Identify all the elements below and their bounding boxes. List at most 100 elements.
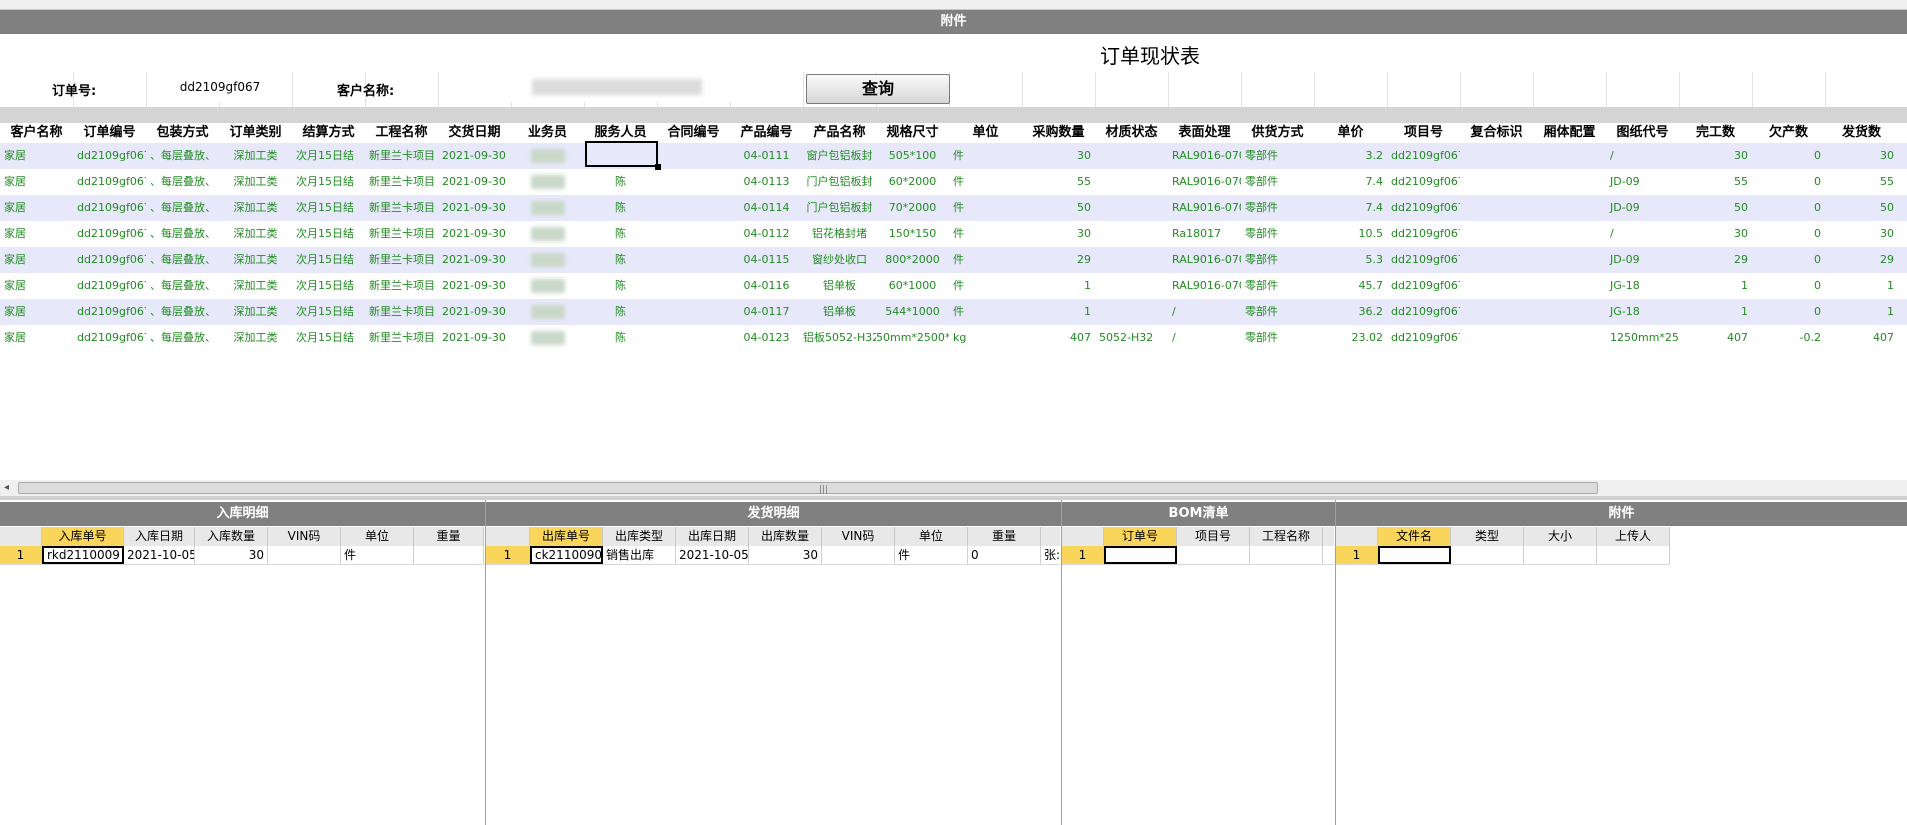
order-no-field[interactable]: dd2109gf067 — [148, 72, 292, 102]
grid-cell-pname[interactable]: 门户包铝板封 — [803, 169, 876, 195]
grid-cell-box[interactable] — [1533, 325, 1606, 351]
table-row[interactable]: 家居 dd2109gf067 、每层叠放、 深加工类 次月15日结 新里兰卡项目 2021-… — [0, 169, 1907, 195]
grid-cell-ship[interactable]: 29 — [1825, 247, 1898, 273]
grid-cell-mat[interactable] — [1095, 221, 1168, 247]
table-row[interactable]: 1 — [1062, 546, 1334, 565]
attach-size-cell[interactable] — [1524, 546, 1597, 564]
grid-cell-sales[interactable] — [511, 195, 584, 221]
grid-cell-contract[interactable] — [657, 143, 730, 169]
grid-cell-proj[interactable]: 新里兰卡项目 — [365, 299, 438, 325]
grid-cell-pcode[interactable]: 04-0115 — [730, 247, 803, 273]
grid-cell-box[interactable] — [1533, 247, 1606, 273]
shipping-date-cell[interactable]: 2021-10-05 — [676, 546, 749, 564]
grid-cell-date[interactable]: 2021-09-30 — [438, 195, 511, 221]
shipping-col-qty[interactable]: 出库数量 — [749, 527, 822, 546]
grid-cell-settle[interactable]: 次月15日结 — [292, 143, 365, 169]
column-header[interactable]: 复合标识 — [1460, 123, 1533, 143]
grid-cell-qty[interactable]: 30 — [1022, 221, 1095, 247]
grid-cell-order[interactable]: dd2109gf067 — [73, 195, 146, 221]
grid-cell-done[interactable]: 30 — [1679, 221, 1752, 247]
grid-cell-order[interactable]: dd2109gf067 — [73, 299, 146, 325]
grid-cell-comp[interactable] — [1460, 195, 1533, 221]
grid-cell-proj[interactable]: 新里兰卡项目 — [365, 247, 438, 273]
table-row[interactable]: 家居 dd2109gf067 、每层叠放、 深加工类 次月15日结 新里兰卡项目 2021-… — [0, 299, 1907, 325]
shipping-col-type[interactable]: 出库类型 — [603, 527, 676, 546]
attach-filename-cell[interactable] — [1378, 546, 1451, 564]
grid-cell-type[interactable]: 深加工类 — [219, 299, 292, 325]
grid-cell-box[interactable] — [1533, 299, 1606, 325]
grid-cell-type[interactable]: 深加工类 — [219, 325, 292, 351]
table-row[interactable]: 家居 dd2109gf067 、每层叠放、 深加工类 次月15日结 新里兰卡项目 2021-… — [0, 325, 1907, 351]
grid-cell-item[interactable]: dd2109gf067-2 — [1387, 273, 1460, 299]
grid-cell-proj[interactable]: 新里兰卡项目 — [365, 143, 438, 169]
grid-cell-settle[interactable]: 次月15日结 — [292, 221, 365, 247]
grid-cell-settle[interactable]: 次月15日结 — [292, 169, 365, 195]
grid-cell-spec[interactable]: 150*150 — [876, 221, 949, 247]
grid-cell-spec[interactable]: 544*1000 — [876, 299, 949, 325]
grid-cell-ship[interactable]: 1 — [1825, 299, 1898, 325]
attach-col-filename[interactable]: 文件名 — [1378, 527, 1451, 546]
table-row[interactable]: 1 — [1336, 546, 1670, 565]
grid-cell-done[interactable]: 30 — [1679, 143, 1752, 169]
grid-cell-type[interactable]: 深加工类 — [219, 195, 292, 221]
grid-cell-pname[interactable]: 窗纱处收口 — [803, 247, 876, 273]
grid-cell-owe[interactable]: 0 — [1752, 247, 1825, 273]
grid-cell-sales[interactable] — [511, 299, 584, 325]
scroll-thumb[interactable]: ||| — [18, 482, 1598, 495]
grid-cell-qty[interactable]: 50 — [1022, 195, 1095, 221]
grid-cell-price[interactable]: 45.7 — [1314, 273, 1387, 299]
grid-cell-comp[interactable] — [1460, 325, 1533, 351]
grid-cell-type[interactable]: 深加工类 — [219, 169, 292, 195]
grid-cell-qty[interactable]: 407 — [1022, 325, 1095, 351]
grid-cell-contract[interactable] — [657, 169, 730, 195]
horizontal-scrollbar[interactable]: ◂ ||| — [0, 480, 1907, 496]
column-header[interactable]: 发货数 — [1825, 123, 1898, 143]
shipping-col-weight[interactable]: 重量 — [968, 527, 1041, 546]
grid-cell-done[interactable]: 407 — [1679, 325, 1752, 351]
bom-col-item[interactable]: 项目号 — [1177, 527, 1250, 546]
grid-cell-order[interactable]: dd2109gf067 — [73, 247, 146, 273]
inbound-weight-cell[interactable] — [414, 546, 484, 564]
grid-cell-unit[interactable]: 件 — [949, 247, 1022, 273]
shipping-type-cell[interactable]: 销售出库 — [603, 546, 676, 564]
grid-cell-spec[interactable]: 505*100 — [876, 143, 949, 169]
column-header[interactable]: 产品名称 — [803, 123, 876, 143]
column-header[interactable]: 业务员 — [511, 123, 584, 143]
grid-cell-sales[interactable] — [511, 247, 584, 273]
grid-cell-proj[interactable]: 新里兰卡项目 — [365, 221, 438, 247]
grid-cell-supply[interactable]: 零部件 — [1241, 299, 1314, 325]
grid-cell-supply[interactable]: 零部件 — [1241, 325, 1314, 351]
grid-cell-mat[interactable] — [1095, 247, 1168, 273]
grid-cell-spec[interactable]: 60*1000 — [876, 273, 949, 299]
grid-cell-box[interactable] — [1533, 273, 1606, 299]
grid-cell-price[interactable]: 23.02 — [1314, 325, 1387, 351]
grid-cell-pack[interactable]: 、每层叠放、 — [146, 273, 219, 299]
grid-cell-spec[interactable]: 70*2000 — [876, 195, 949, 221]
grid-cell-unit[interactable]: 件 — [949, 195, 1022, 221]
grid-cell-spec[interactable]: 50mm*2500*3 — [876, 325, 949, 351]
grid-cell-order[interactable]: dd2109gf067 — [73, 325, 146, 351]
grid-cell-cust[interactable]: 家居 — [0, 169, 73, 195]
grid-cell-draw[interactable]: / — [1606, 221, 1679, 247]
grid-cell-sales[interactable] — [511, 169, 584, 195]
grid-cell-comp[interactable] — [1460, 273, 1533, 299]
grid-cell-box[interactable] — [1533, 143, 1606, 169]
column-header[interactable]: 工程名称 — [365, 123, 438, 143]
grid-cell-pname[interactable]: 铝单板 — [803, 299, 876, 325]
grid-cell-spec[interactable]: 60*2000 — [876, 169, 949, 195]
attach-col-size[interactable]: 大小 — [1524, 527, 1597, 546]
column-header[interactable]: 表面处理 — [1168, 123, 1241, 143]
inbound-order-cell[interactable]: rkd2110009 — [42, 546, 124, 564]
grid-cell-price[interactable]: 3.2 — [1314, 143, 1387, 169]
inbound-qty-cell[interactable]: 30 — [195, 546, 268, 564]
column-header[interactable]: 单位 — [949, 123, 1022, 143]
grid-cell-unit[interactable]: 件 — [949, 221, 1022, 247]
grid-cell-owe[interactable]: 0 — [1752, 273, 1825, 299]
grid-cell-surf[interactable]: RAL9016-0707 — [1168, 169, 1241, 195]
grid-cell-ship[interactable]: 50 — [1825, 195, 1898, 221]
grid-cell-pcode[interactable]: 04-0116 — [730, 273, 803, 299]
grid-cell-item[interactable]: dd2109gf067-2 — [1387, 299, 1460, 325]
grid-cell-ship[interactable]: 30 — [1825, 221, 1898, 247]
table-row[interactable]: 家居 dd2109gf067 、每层叠放、 深加工类 次月15日结 新里兰卡项目 2021-… — [0, 143, 1907, 169]
column-header[interactable]: 供货方式 — [1241, 123, 1314, 143]
